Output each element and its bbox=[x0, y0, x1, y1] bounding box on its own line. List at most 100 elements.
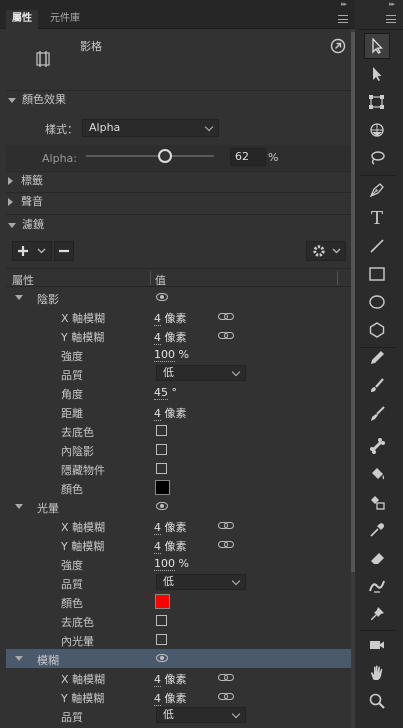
knockout-checkbox[interactable] bbox=[156, 615, 167, 626]
quality-select[interactable]: 低 bbox=[156, 707, 246, 723]
tools-menu-icon[interactable] bbox=[386, 15, 396, 23]
bone-tool-icon[interactable] bbox=[364, 433, 390, 459]
expand-triangle-icon[interactable] bbox=[15, 504, 23, 509]
inner-shadow-checkbox[interactable] bbox=[156, 444, 167, 455]
object-type-icon bbox=[34, 50, 52, 68]
prop-row: 顏色 bbox=[6, 478, 351, 497]
line-tool-icon[interactable] bbox=[364, 233, 390, 259]
unit-label: 像素 bbox=[164, 673, 187, 686]
alpha-input[interactable]: 62 bbox=[230, 148, 266, 166]
collapse-panel-icon[interactable]: ▸▸ bbox=[341, 0, 347, 8]
knockout-checkbox[interactable] bbox=[156, 425, 167, 436]
x-blur-value[interactable]: 4 bbox=[154, 312, 161, 326]
column-divider bbox=[150, 271, 151, 285]
unit-label: ° bbox=[171, 386, 178, 399]
hide-object-checkbox[interactable] bbox=[156, 463, 167, 474]
subselection-tool-icon[interactable] bbox=[364, 61, 390, 87]
filter-row-glow[interactable]: 光暈 bbox=[6, 497, 351, 516]
eraser-tool-icon[interactable] bbox=[364, 545, 390, 571]
angle-value[interactable]: 45 bbox=[154, 386, 168, 400]
free-transform-tool-icon[interactable] bbox=[364, 89, 390, 115]
eye-icon[interactable] bbox=[156, 502, 168, 510]
chevron-down-icon bbox=[204, 122, 214, 132]
panel-menu-icon[interactable] bbox=[338, 15, 348, 23]
inner-glow-checkbox[interactable] bbox=[156, 634, 167, 645]
filter-row-blur[interactable]: 模糊 bbox=[6, 649, 351, 668]
y-blur-value[interactable]: 4 bbox=[154, 540, 161, 554]
prop-row: 品質 低 bbox=[6, 706, 351, 725]
oval-tool-icon[interactable] bbox=[364, 289, 390, 315]
x-blur-value[interactable]: 4 bbox=[154, 673, 161, 687]
quality-value: 低 bbox=[163, 708, 174, 721]
tab-properties[interactable]: 屬性 bbox=[6, 10, 38, 29]
color-style-value: Alpha bbox=[89, 121, 121, 134]
color-swatch[interactable] bbox=[155, 594, 170, 609]
column-property: 屬性 bbox=[12, 274, 34, 287]
prop-row: 去底色 bbox=[6, 611, 351, 630]
label-section-header[interactable]: 標籤 bbox=[8, 171, 43, 191]
expand-triangle-icon[interactable] bbox=[15, 295, 23, 300]
remove-filter-button[interactable] bbox=[54, 241, 74, 261]
scrollbar-thumb[interactable] bbox=[351, 32, 355, 572]
unit-label: 像素 bbox=[164, 407, 187, 420]
filter-row-drop-shadow[interactable]: 陰影 bbox=[6, 288, 351, 307]
zoom-tool-icon[interactable] bbox=[364, 688, 390, 714]
expand-triangle-icon bbox=[8, 222, 16, 228]
quality-select[interactable]: 低 bbox=[156, 365, 246, 381]
color-style-select[interactable]: Alpha bbox=[82, 119, 219, 137]
camera-tool-icon[interactable] bbox=[364, 632, 390, 658]
pen-tool-icon[interactable] bbox=[364, 177, 390, 203]
quality-select[interactable]: 低 bbox=[156, 574, 246, 590]
hand-tool-icon[interactable] bbox=[364, 660, 390, 686]
strength-value[interactable]: 100 bbox=[154, 348, 175, 362]
prop-row: 強度 100 % bbox=[6, 554, 351, 573]
prop-label: 品質 bbox=[61, 711, 83, 724]
color-effect-header[interactable]: 顏色效果 bbox=[8, 90, 66, 110]
3d-rotation-tool-icon[interactable] bbox=[364, 117, 390, 143]
distance-value[interactable]: 4 bbox=[154, 407, 161, 421]
width-tool-icon[interactable] bbox=[364, 573, 390, 599]
prop-row: X 軸模糊 4 像素 bbox=[6, 307, 351, 326]
paint-bucket-tool-icon[interactable] bbox=[364, 461, 390, 487]
expand-triangle-icon[interactable] bbox=[15, 656, 23, 661]
column-value: 值 bbox=[155, 274, 166, 287]
prop-row: 內光暈 bbox=[6, 630, 351, 649]
strength-value[interactable]: 100 bbox=[154, 557, 175, 571]
eyedropper-tool-icon[interactable] bbox=[364, 517, 390, 543]
pencil-tool-icon[interactable] bbox=[364, 345, 390, 371]
x-blur-value[interactable]: 4 bbox=[154, 521, 161, 535]
filter-options-button[interactable] bbox=[306, 241, 346, 261]
eye-icon[interactable] bbox=[156, 293, 168, 301]
add-filter-button[interactable] bbox=[12, 241, 52, 261]
prop-row: Y 軸模糊 4 像素 bbox=[6, 326, 351, 345]
paint-brush-tool-icon[interactable] bbox=[364, 373, 390, 399]
link-icon[interactable] bbox=[218, 522, 234, 529]
ink-bottle-tool-icon[interactable] bbox=[364, 489, 390, 515]
y-blur-value[interactable]: 4 bbox=[154, 331, 161, 345]
filters-section-header[interactable]: 濾鏡 bbox=[8, 215, 44, 235]
expand-arrow-icon[interactable] bbox=[330, 38, 346, 54]
polystar-tool-icon[interactable] bbox=[364, 317, 390, 343]
pin-tool-icon[interactable] bbox=[364, 601, 390, 627]
chevron-down-icon bbox=[231, 576, 241, 586]
link-icon[interactable] bbox=[218, 332, 234, 339]
prop-row: 角度 45 ° bbox=[6, 383, 351, 402]
link-icon[interactable] bbox=[218, 541, 234, 548]
prop-label: Y 軸模糊 bbox=[61, 331, 105, 344]
link-icon[interactable] bbox=[218, 313, 234, 320]
eye-icon[interactable] bbox=[156, 654, 168, 662]
rectangle-tool-icon[interactable] bbox=[364, 261, 390, 287]
link-icon[interactable] bbox=[218, 693, 234, 700]
text-tool-icon[interactable]: T bbox=[364, 205, 390, 231]
selection-tool-icon[interactable] bbox=[364, 33, 390, 59]
sound-section-title: 聲音 bbox=[21, 195, 43, 208]
lasso-tool-icon[interactable] bbox=[364, 145, 390, 171]
y-blur-value[interactable]: 4 bbox=[154, 692, 161, 706]
sound-section-header[interactable]: 聲音 bbox=[8, 192, 43, 212]
link-icon[interactable] bbox=[218, 674, 234, 681]
color-swatch[interactable] bbox=[155, 480, 170, 495]
brush-tool-icon[interactable] bbox=[364, 401, 390, 427]
tab-library[interactable]: 元件庫 bbox=[44, 10, 86, 29]
collapse-tools-icon[interactable]: ▸▸ bbox=[389, 0, 395, 8]
alpha-slider-track[interactable] bbox=[86, 155, 214, 157]
